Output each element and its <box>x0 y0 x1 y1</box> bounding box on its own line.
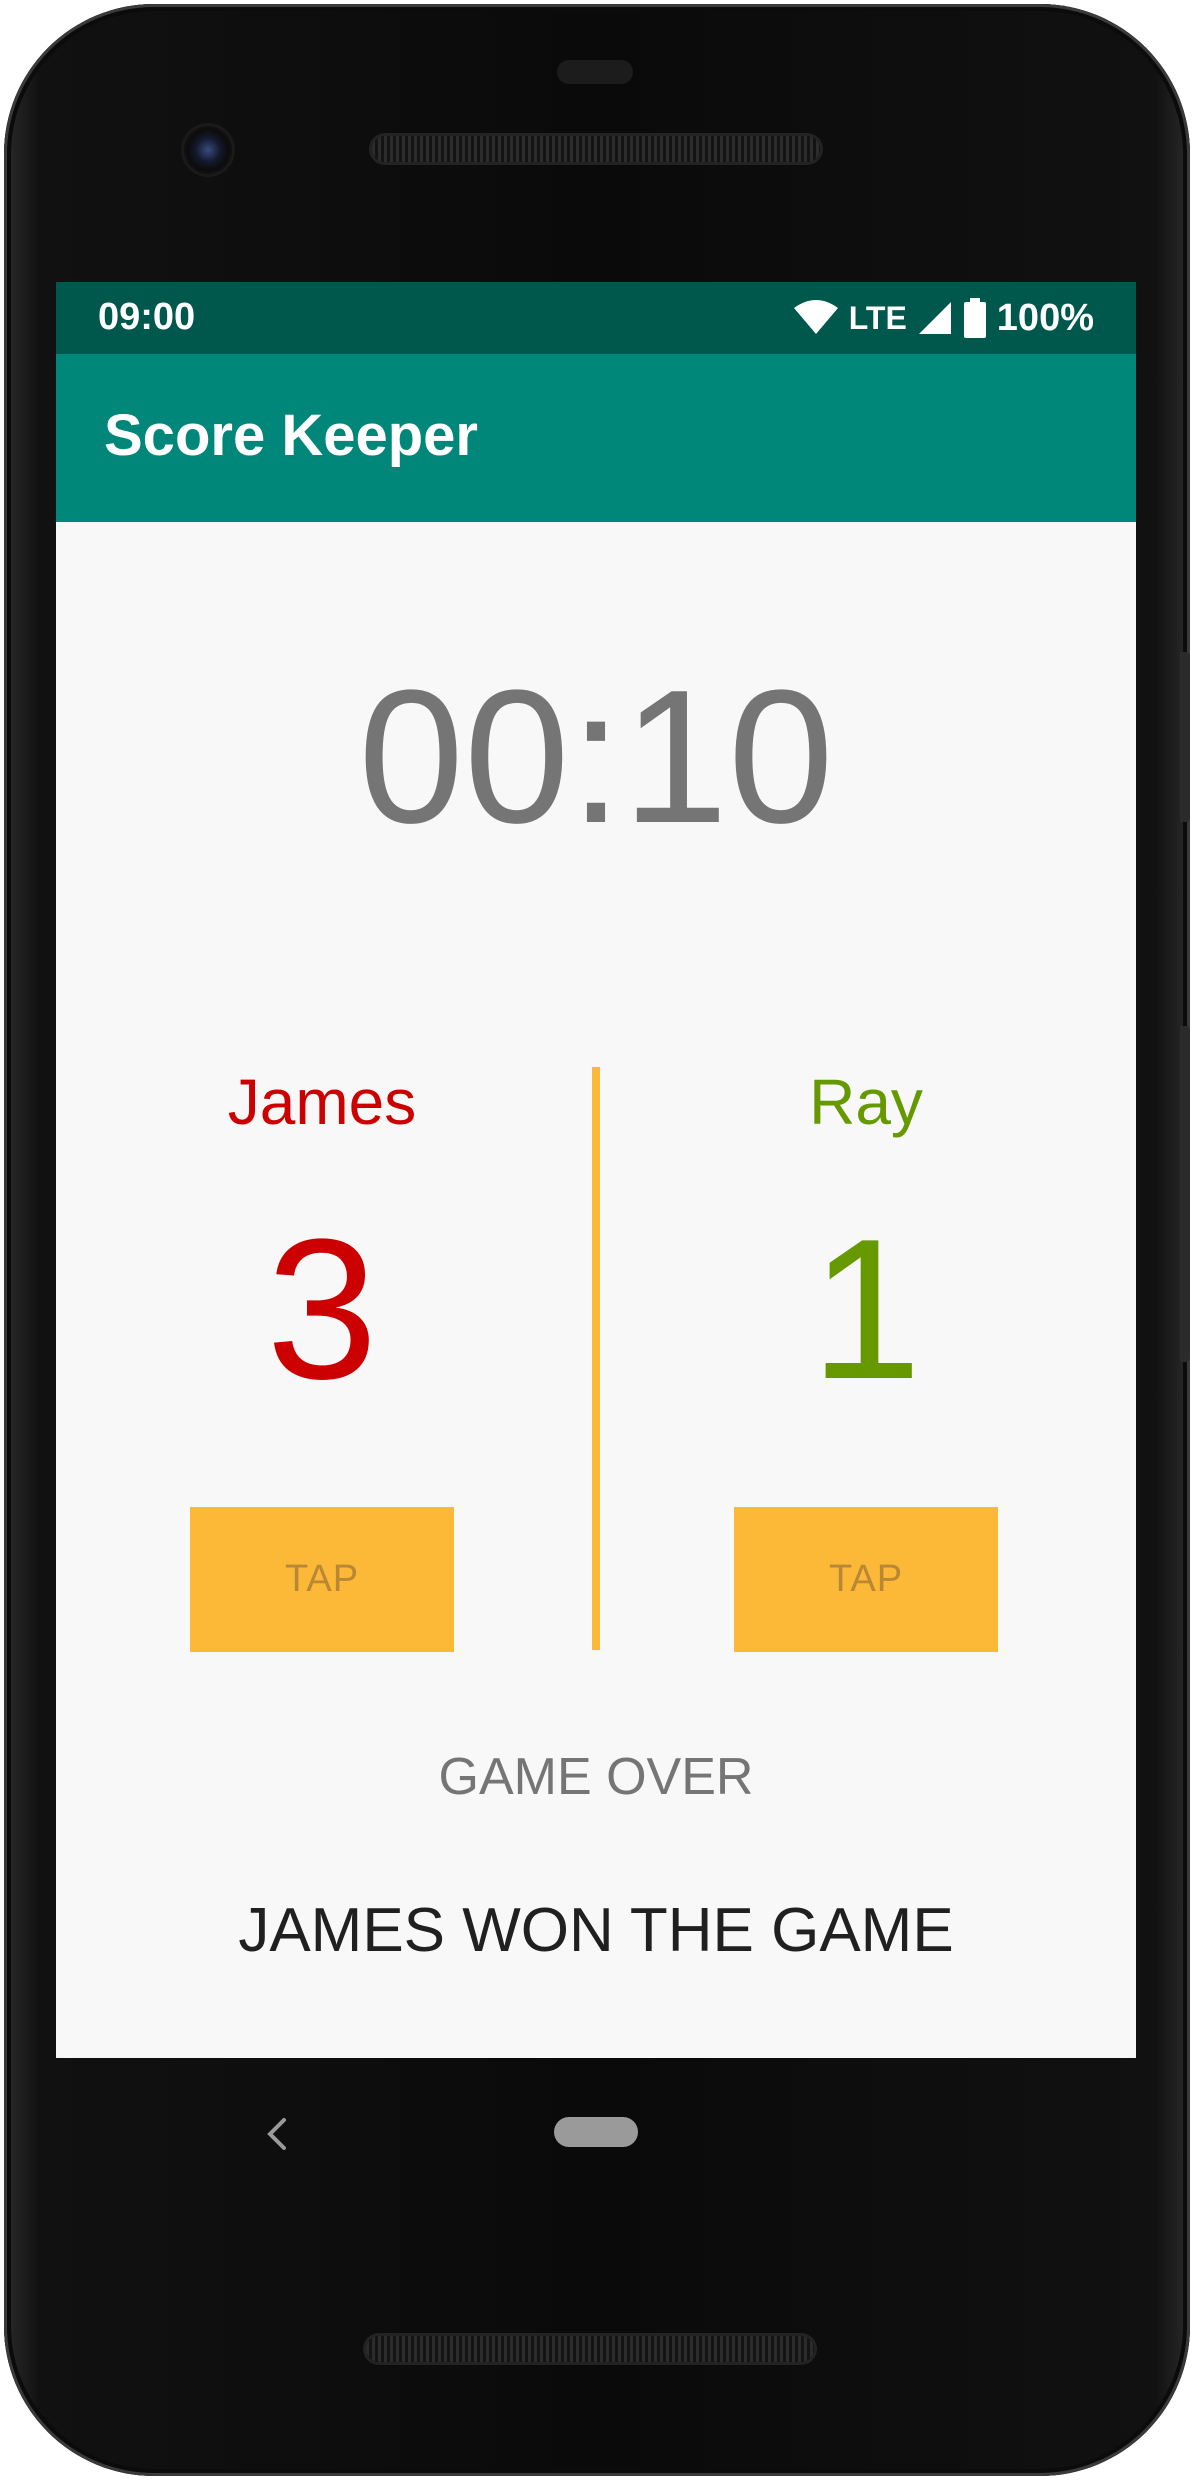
battery-percentage: 100% <box>996 296 1094 339</box>
player-name: James <box>227 1066 417 1138</box>
status-bar: 09:00 LTE 100% <box>56 282 1136 354</box>
game-timer: 00:10 <box>358 651 834 863</box>
player-score: 1 <box>810 1198 922 1421</box>
cell-signal-icon <box>917 300 953 336</box>
back-icon[interactable] <box>264 2116 290 2152</box>
player-panel-ray: Ray 1 <box>734 1062 998 1410</box>
status-time: 09:00 <box>98 296 196 338</box>
tap-button-ray[interactable]: TAP <box>734 1507 998 1652</box>
player-divider <box>592 1067 600 1650</box>
tap-button-james[interactable]: TAP <box>190 1507 454 1652</box>
winner-message: JAMES WON THE GAME <box>238 1896 954 1965</box>
player-panel-james: James 3 <box>190 1062 454 1410</box>
volume-button <box>1180 1026 1190 1362</box>
status-icons: LTE 100% <box>793 292 1094 344</box>
top-speaker-grille <box>372 136 820 162</box>
main-content: 00:10 James 3 TAP Ray 1 TAP GAME OVER JA… <box>56 522 1136 2058</box>
bottom-speaker-grille <box>366 2336 814 2362</box>
player-name: Ray <box>809 1066 923 1138</box>
game-over-label: GAME OVER <box>438 1748 754 1806</box>
proximity-sensor <box>557 60 633 84</box>
player-score: 3 <box>266 1198 378 1421</box>
front-camera <box>184 126 232 174</box>
battery-icon <box>963 298 987 338</box>
home-icon[interactable] <box>554 2117 638 2147</box>
phone-frame: 09:00 LTE 100% Score Keeper 00:10 James … <box>4 4 1190 2476</box>
power-button <box>1180 652 1190 822</box>
screen: 09:00 LTE 100% Score Keeper 00:10 James … <box>56 282 1136 2058</box>
network-type: LTE <box>848 299 907 336</box>
app-title: Score Keeper <box>104 403 478 468</box>
app-bar: Score Keeper <box>56 354 1136 522</box>
wifi-icon <box>793 300 839 336</box>
